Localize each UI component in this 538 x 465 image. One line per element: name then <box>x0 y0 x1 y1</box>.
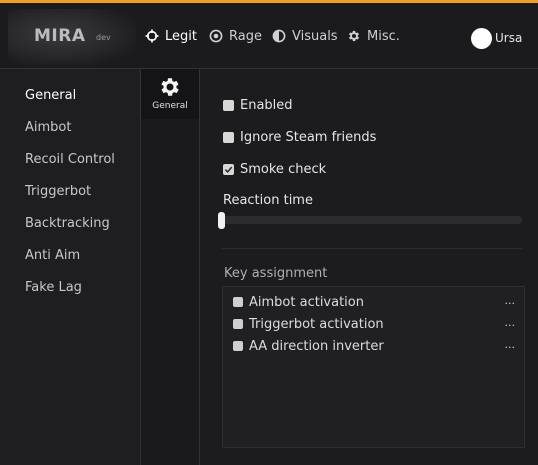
subnav-item-general[interactable]: General <box>141 69 199 119</box>
target-icon <box>209 29 223 43</box>
key-item-label: AA direction inverter <box>249 338 384 354</box>
checkbox-box <box>223 99 234 111</box>
tab-label: Legit <box>165 28 197 44</box>
avatar <box>471 27 492 49</box>
check-icon <box>224 166 233 173</box>
tab-label: Visuals <box>292 28 338 44</box>
more-button[interactable]: ... <box>505 338 516 351</box>
gear-icon <box>347 29 361 43</box>
option-label: Smoke check <box>240 161 327 177</box>
checkbox-box[interactable] <box>233 341 243 351</box>
checkbox-box[interactable] <box>233 319 243 329</box>
checkbox-box <box>223 131 234 143</box>
more-button[interactable]: ... <box>505 316 516 329</box>
more-button[interactable]: ... <box>505 294 516 307</box>
sidebar-item-general[interactable]: General <box>25 88 76 103</box>
user-profile[interactable]: Ursa <box>471 27 523 49</box>
tab-visuals[interactable]: Visuals <box>272 27 338 45</box>
list-item[interactable]: Triggerbot activation ... <box>233 316 519 332</box>
subnav-label: General <box>152 101 188 111</box>
sub-navigation: General <box>141 69 200 465</box>
key-assignment-label: Key assignment <box>224 266 328 281</box>
reaction-time-slider[interactable] <box>222 216 522 224</box>
ignore-steam-friends-checkbox[interactable]: Ignore Steam friends <box>223 129 376 145</box>
crosshair-icon <box>145 29 159 43</box>
checkbox-box[interactable] <box>233 297 243 307</box>
gear-icon <box>158 75 182 99</box>
key-assignment-list: Aimbot activation ... Triggerbot activat… <box>222 286 525 448</box>
sidebar-item-aimbot[interactable]: Aimbot <box>25 120 71 135</box>
sidebar-item-recoil-control[interactable]: Recoil Control <box>25 152 115 167</box>
checkbox-box <box>223 163 234 175</box>
tab-label: Misc. <box>367 28 400 44</box>
option-label: Enabled <box>240 97 293 113</box>
settings-panel: Enabled Ignore Steam friends Smoke check… <box>200 69 538 465</box>
list-item[interactable]: AA direction inverter ... <box>233 338 519 354</box>
key-item-label: Triggerbot activation <box>249 316 384 332</box>
enabled-checkbox[interactable]: Enabled <box>223 97 293 113</box>
sidebar-item-fake-lag[interactable]: Fake Lag <box>25 280 82 295</box>
logo-subtext: dev <box>96 33 111 42</box>
tab-label: Rage <box>229 28 262 44</box>
tab-rage[interactable]: Rage <box>209 27 262 45</box>
reaction-time-label: Reaction time <box>223 193 313 208</box>
sidebar-item-triggerbot[interactable]: Triggerbot <box>25 184 91 199</box>
list-item[interactable]: Aimbot activation ... <box>233 294 519 310</box>
logo: MIRA dev <box>8 9 136 65</box>
smoke-check-checkbox[interactable]: Smoke check <box>223 161 326 177</box>
top-header: MIRA dev Legit Rage Visuals Misc. Ursa <box>0 3 538 69</box>
sidebar-item-backtracking[interactable]: Backtracking <box>25 216 110 231</box>
sidebar-item-anti-aim[interactable]: Anti Aim <box>25 248 80 263</box>
slider-handle[interactable] <box>218 212 225 229</box>
half-circle-icon <box>272 29 286 43</box>
key-item-label: Aimbot activation <box>249 294 364 310</box>
user-name: Ursa <box>495 31 523 45</box>
tab-legit[interactable]: Legit <box>145 27 197 45</box>
tab-misc[interactable]: Misc. <box>347 27 400 45</box>
sidebar: General Aimbot Recoil Control Triggerbot… <box>0 69 141 465</box>
option-label: Ignore Steam friends <box>240 129 377 145</box>
divider <box>222 248 522 249</box>
logo-text: MIRA <box>34 26 86 46</box>
